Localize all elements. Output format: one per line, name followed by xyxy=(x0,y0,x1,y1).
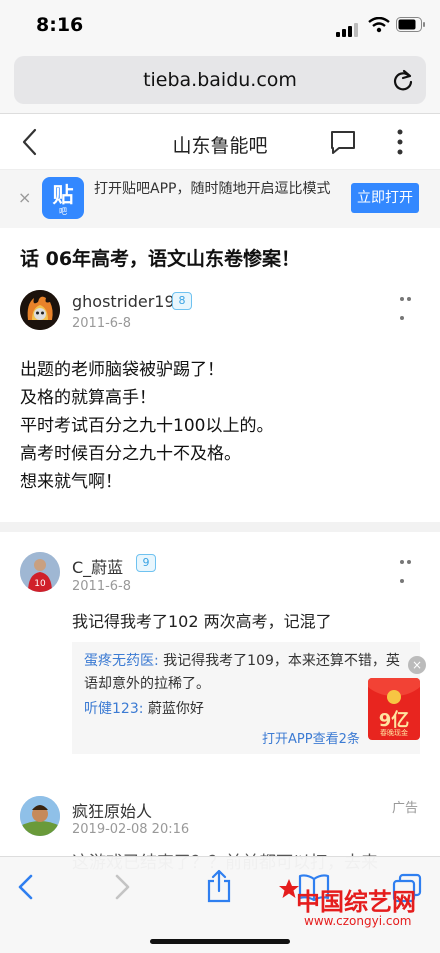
red-packet-ad[interactable]: 9亿 春晚现金 xyxy=(368,678,420,740)
op-line: 及格的就算高手！ xyxy=(20,388,156,408)
wifi-icon xyxy=(368,17,390,33)
watermark-title: 中国综艺网 xyxy=(296,888,416,916)
avatar[interactable]: 10 xyxy=(20,552,60,592)
more-vertical-icon[interactable] xyxy=(396,128,404,156)
ad-tag: 广告 xyxy=(392,801,419,816)
reload-icon[interactable] xyxy=(392,68,414,92)
comment-icon[interactable] xyxy=(330,130,356,154)
url-field[interactable]: tieba.baidu.com xyxy=(14,56,426,104)
reply-username[interactable]: C_蔚蓝 xyxy=(72,554,123,578)
url-text: tieba.baidu.com xyxy=(143,69,297,91)
sub-reply-author[interactable]: 蛋疼无药医: xyxy=(84,653,159,669)
share-icon[interactable] xyxy=(205,869,233,903)
app-download-banner: × 贴 吧 打开贴吧APP，随时随地开启逗比模式 立即打开 xyxy=(0,170,440,228)
status-bar: 8:16 xyxy=(0,0,440,50)
op-line: 想来就气啊！ xyxy=(20,472,122,492)
sub-reply-text: 蔚蓝你好 xyxy=(143,701,204,717)
cellular-signal-icon xyxy=(336,18,360,37)
red-packet-sub: 春晚现金 xyxy=(380,729,408,737)
thread-title: 话 06年高考，语文山东卷惨案！ xyxy=(20,248,301,270)
browser-forward-icon[interactable] xyxy=(112,873,132,901)
close-red-packet-icon[interactable]: × xyxy=(408,656,426,674)
reply-more-icon[interactable] xyxy=(400,560,420,583)
svg-text:10: 10 xyxy=(34,579,46,589)
op-level-badge: 8 xyxy=(172,292,192,310)
reply-level-badge: 9 xyxy=(136,554,156,572)
op-line: 高考时候百分之九十不及格。 xyxy=(20,444,241,464)
croods-avatar-image xyxy=(20,796,60,836)
reply-text: 我记得我考了102 两次高考，记混了 xyxy=(72,612,332,631)
battery-icon xyxy=(396,17,425,32)
close-banner-icon[interactable]: × xyxy=(18,188,31,207)
reply-date: 2011-6-8 xyxy=(72,579,132,594)
op-content: 出题的老师脑袋被驴踢了！ 及格的就算高手！ 平时考试百分之九十100以上的。 高… xyxy=(20,356,420,496)
browser-address-bar: tieba.baidu.com xyxy=(0,50,440,114)
watermark-url: www.czongyi.com xyxy=(304,914,412,928)
divider xyxy=(0,522,440,532)
open-app-button[interactable]: 立即打开 xyxy=(351,183,419,213)
sub-reply: 蛋疼无药医: 我记得我考了109，本来还算不错，英语却意外的拉稀了。 xyxy=(84,650,404,696)
ad-username[interactable]: 疯狂原始人 xyxy=(72,798,152,822)
forum-title: 山东鲁能吧 xyxy=(172,135,268,157)
site-watermark: 中国综艺网 www.czongyi.com xyxy=(278,876,440,936)
logo-char: 贴 xyxy=(52,183,74,207)
logo-sub: 吧 xyxy=(59,207,67,216)
sub-reply: 听健123: 蔚蓝你好 xyxy=(84,698,204,718)
post-more-icon[interactable] xyxy=(400,297,420,320)
op-line: 平时考试百分之九十100以上的。 xyxy=(20,416,274,436)
op-date: 2011-6-8 xyxy=(72,316,132,331)
tieba-app-logo: 贴 吧 xyxy=(42,177,84,219)
forum-header: 山东鲁能吧 xyxy=(0,114,440,170)
op-line: 出题的老师脑袋被驴踢了！ xyxy=(20,360,224,380)
ghost-rider-avatar-image xyxy=(20,290,60,330)
op-username[interactable]: ghostrider19 xyxy=(72,292,175,311)
home-indicator[interactable] xyxy=(150,939,290,944)
status-time: 8:16 xyxy=(36,14,84,36)
open-app-more-replies-link[interactable]: 打开APP查看2条 xyxy=(262,728,360,747)
avatar[interactable] xyxy=(20,290,60,330)
soccer-player-avatar-image: 10 xyxy=(20,552,60,592)
ad-date: 2019-02-08 20:16 xyxy=(72,822,190,837)
browser-back-icon[interactable] xyxy=(16,873,36,901)
sub-reply-author[interactable]: 听健123: xyxy=(84,701,143,717)
banner-text: 打开贴吧APP，随时随地开启逗比模式 xyxy=(94,181,331,197)
avatar[interactable] xyxy=(20,796,60,836)
coin-icon xyxy=(387,690,401,704)
